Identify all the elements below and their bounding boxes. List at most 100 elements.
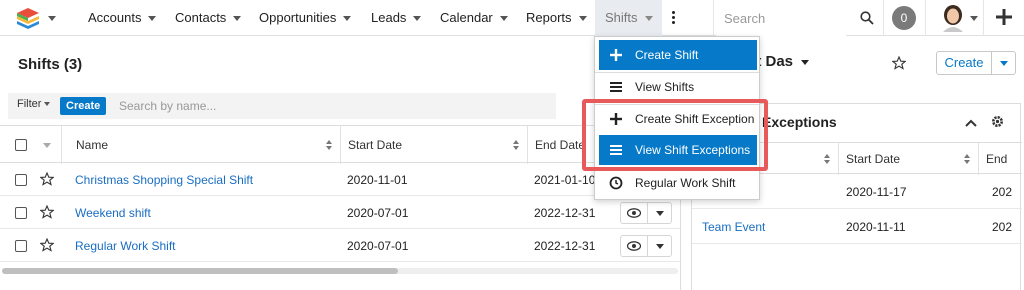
divider — [925, 0, 926, 36]
chevron-down-icon — [801, 59, 810, 65]
table-row: Weekend shift 2020-07-01 2022-12-31 — [0, 197, 680, 229]
dashlet-column-start-date-label: Start Date — [846, 152, 901, 166]
name-search-input[interactable] — [111, 95, 553, 117]
gear-icon[interactable] — [991, 115, 1004, 128]
divider — [713, 0, 714, 36]
clock-icon — [609, 176, 623, 190]
user-avatar[interactable] — [940, 4, 966, 32]
chevron-down-icon[interactable] — [413, 16, 422, 22]
mass-actions-chevron-icon[interactable] — [43, 143, 51, 148]
horizontal-scrollbar-thumb[interactable] — [2, 268, 398, 274]
row-name-link[interactable]: Christmas Shopping Special Shift — [75, 164, 253, 196]
column-header-start-date[interactable]: Start Date — [340, 126, 528, 164]
row-actions — [620, 235, 672, 257]
filter-bar: Filter Create — [8, 93, 556, 119]
chevron-down-icon[interactable] — [578, 16, 587, 22]
dashboard-create-button[interactable]: Create — [936, 51, 1016, 75]
nav-contacts[interactable]: Contacts — [175, 0, 242, 36]
row-checkbox[interactable] — [15, 174, 27, 186]
dashboard-create-label: Create — [944, 55, 984, 70]
quick-create-plus-icon[interactable] — [994, 7, 1014, 27]
chevron-down-icon[interactable] — [499, 16, 508, 22]
menu-item-label: Regular Work Shift — [635, 176, 736, 190]
dashlet-column-end-date[interactable]: End — [978, 143, 1022, 175]
preview-eye-icon[interactable] — [627, 241, 641, 251]
list-icon — [610, 82, 622, 92]
dashlet-row-end-date: 202 — [992, 220, 1013, 234]
nav-calendar[interactable]: Calendar — [440, 0, 508, 36]
menu-item-view-shifts[interactable]: View Shifts — [599, 72, 757, 102]
row-start-date: 2020-07-01 — [347, 239, 409, 253]
nav-reports[interactable]: Reports — [526, 0, 587, 36]
chevron-down-icon[interactable] — [148, 16, 157, 22]
nav-leads[interactable]: Leads — [371, 0, 422, 36]
app-logo-icon[interactable] — [16, 7, 40, 29]
search-icon[interactable] — [860, 11, 874, 25]
page-title: Shifts (3) — [18, 56, 83, 73]
menu-item-label: View Shifts — [635, 80, 695, 94]
more-modules-icon[interactable] — [672, 11, 676, 25]
column-header-end-date-label: End Date — [535, 138, 586, 152]
row-actions-chevron-icon[interactable] — [656, 211, 664, 216]
table-row: Christmas Shopping Special Shift 2020-11… — [0, 164, 680, 196]
favorite-star-icon[interactable] — [40, 238, 54, 252]
nav-opportunities-label: Opportunities — [259, 10, 337, 25]
filter-button[interactable]: Filter — [17, 98, 51, 110]
favorite-star-icon[interactable] — [40, 172, 54, 186]
dashlet-title: Exceptions — [762, 114, 837, 130]
sort-icon[interactable] — [326, 140, 332, 150]
dashlet-row-start-date: 2020-11-11 — [846, 220, 906, 234]
preview-eye-icon[interactable] — [627, 208, 641, 218]
row-name-link[interactable]: Weekend shift — [75, 197, 151, 229]
row-actions-chevron-icon[interactable] — [656, 244, 664, 249]
dashlet-row-name-link[interactable]: Team Event — [702, 210, 765, 244]
row-end-date: 2022-12-31 — [534, 239, 596, 253]
global-search-input[interactable] — [716, 0, 846, 36]
highlight-annotation-box — [582, 99, 768, 171]
chevron-down-icon[interactable] — [343, 16, 352, 22]
nav-shifts-label: Shifts — [605, 10, 638, 25]
favorite-star-icon[interactable] — [892, 56, 906, 70]
chevron-down-icon[interactable] — [233, 16, 242, 22]
nav-contacts-label: Contacts — [175, 10, 227, 25]
global-search — [716, 0, 886, 36]
nav-shifts[interactable]: Shifts — [595, 0, 662, 36]
list-view-panel: Shifts (3) Filter Create Name Start Date… — [0, 37, 680, 290]
create-filter-button[interactable]: Create — [60, 97, 107, 115]
chevron-down-icon[interactable] — [1000, 61, 1008, 66]
select-all-checkbox[interactable] — [15, 139, 27, 151]
table-header: Name Start Date End Date — [0, 125, 680, 164]
dashlet-row-end-date: 202 — [992, 185, 1013, 199]
column-header-start-date-label: Start Date — [348, 138, 403, 152]
top-navigation-bar: Accounts Contacts Opportunities Leads Ca… — [0, 0, 1024, 36]
row-name-link[interactable]: Regular Work Shift — [75, 230, 175, 262]
menu-item-label: Create Shift — [635, 48, 699, 62]
menu-item-recent-regular-work-shift[interactable]: Regular Work Shift — [599, 168, 757, 198]
nav-leads-label: Leads — [371, 10, 407, 25]
menu-item-create-shift[interactable]: Create Shift — [599, 40, 757, 70]
collapse-chevron-up-icon[interactable] — [965, 119, 977, 127]
dashlet-column-start-date[interactable]: Start Date — [838, 143, 978, 175]
row-checkbox[interactable] — [15, 240, 27, 252]
user-menu-chevron-icon[interactable] — [970, 16, 978, 21]
nav-reports-label: Reports — [526, 10, 572, 25]
dashlet-row-start-date: 2020-11-17 — [846, 185, 907, 199]
dashlet-row: Team Event 2020-11-11 202 — [692, 210, 1022, 244]
sort-icon[interactable] — [964, 154, 970, 164]
chevron-down-icon — [44, 102, 51, 107]
chevron-down-icon[interactable] — [644, 16, 653, 22]
sort-icon[interactable] — [513, 140, 519, 150]
column-header-name[interactable]: Name — [61, 126, 341, 164]
row-end-date: 2022-12-31 — [534, 206, 596, 220]
notifications-badge[interactable]: 0 — [892, 6, 916, 30]
divider — [883, 0, 884, 36]
nav-calendar-label: Calendar — [440, 10, 493, 25]
nav-opportunities[interactable]: Opportunities — [259, 0, 352, 36]
favorite-star-icon[interactable] — [40, 205, 54, 219]
sort-icon[interactable] — [824, 154, 830, 164]
row-checkbox[interactable] — [15, 207, 27, 219]
nav-accounts[interactable]: Accounts — [88, 0, 157, 36]
divider — [983, 0, 984, 36]
logo-menu-chevron-icon[interactable] — [48, 16, 56, 21]
row-start-date: 2020-07-01 — [347, 206, 409, 220]
